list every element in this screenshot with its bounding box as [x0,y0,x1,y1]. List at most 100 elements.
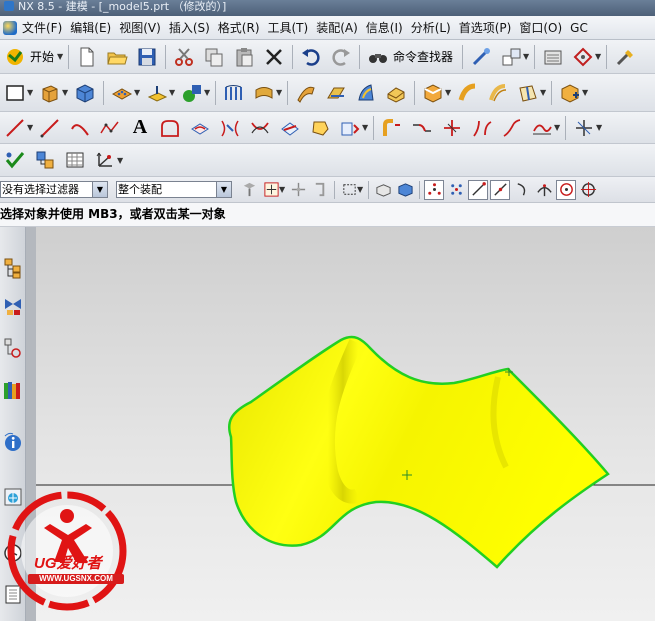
trim-body-icon[interactable] [456,81,480,105]
select-body-icon[interactable] [395,180,415,200]
reuse-library-icon[interactable] [2,377,24,403]
menu-file[interactable]: 文件(F) [22,19,70,36]
smooth-spline-icon[interactable] [530,116,554,140]
selection-scope-select[interactable]: 整个装配 ▼ [116,181,232,198]
open-folder-icon[interactable] [105,45,129,69]
start-icon[interactable] [3,45,27,69]
menu-gc-toolkits[interactable]: GC [570,21,596,35]
section-curve-icon[interactable] [278,116,302,140]
text-icon[interactable]: A [128,116,152,140]
menu-preferences[interactable]: 首选项(P) [459,19,520,36]
sketch-rectangle-icon[interactable] [3,81,27,105]
select-mode-dropdown-icon[interactable]: ▼ [357,185,365,194]
divide-curve-icon[interactable] [470,116,494,140]
box-dropdown-icon[interactable]: ▼ [582,88,590,97]
extract-curve-icon[interactable] [308,116,332,140]
n-sided-surface-icon[interactable] [354,81,378,105]
cut-icon[interactable] [172,45,196,69]
face-blend-icon[interactable] [324,81,348,105]
isoparametric-icon[interactable] [338,116,362,140]
edit-curve-dropdown-icon[interactable]: ▼ [554,123,562,132]
bridge-curve-icon[interactable] [410,116,434,140]
pattern-icon[interactable] [110,81,134,105]
block-icon[interactable] [73,81,97,105]
offset-curve-icon[interactable] [380,116,404,140]
unite-icon[interactable] [180,81,204,105]
swept-dropdown-icon[interactable]: ▼ [276,88,284,97]
command-finder-button[interactable]: 命令查找器 [393,48,453,65]
snap-mid-point-icon[interactable] [446,180,466,200]
sketch-orient-icon[interactable] [571,45,595,69]
check-geometry-icon[interactable] [3,148,27,172]
studio-spline-icon[interactable] [98,116,122,140]
wcs-dropdown-icon[interactable]: ▼ [117,156,125,165]
snap-point-on-icon[interactable] [288,180,308,200]
box-outline-icon[interactable] [558,81,582,105]
menu-format[interactable]: 格式(R) [218,19,268,36]
sew-icon[interactable] [516,81,540,105]
project-curve-icon[interactable] [188,116,212,140]
ruled-surface-icon[interactable] [294,81,318,105]
intersection-curve-icon[interactable] [248,116,272,140]
swept-icon[interactable] [252,81,276,105]
line-icon[interactable] [3,116,27,140]
datum-dropdown-icon[interactable]: ▼ [169,88,177,97]
paint-icon[interactable] [613,45,637,69]
menu-edit[interactable]: 编辑(E) [70,19,119,36]
arc-icon[interactable] [68,116,92,140]
part-navigator-icon[interactable] [33,148,57,172]
sew-dropdown-icon[interactable]: ▼ [540,88,548,97]
select-all-icon[interactable] [373,180,393,200]
new-file-icon[interactable] [75,45,99,69]
touch-mode-icon[interactable] [469,45,493,69]
delete-icon[interactable] [262,45,286,69]
unite-dropdown-icon[interactable]: ▼ [204,88,212,97]
offset-surface-icon[interactable] [486,81,510,105]
menu-tools[interactable]: 工具(T) [268,19,317,36]
snap-quadrant-icon[interactable] [578,180,598,200]
layout-dropdown-icon[interactable]: ▼ [523,52,531,61]
information-icon[interactable] [2,430,24,456]
snap-end-point-icon[interactable] [424,179,444,200]
basic-line-icon[interactable] [38,116,62,140]
menu-assemblies[interactable]: 装配(A) [316,19,366,36]
window-layout-icon[interactable] [499,45,523,69]
menu-information[interactable]: 信息(I) [366,19,411,36]
snap-intersection-icon[interactable] [534,180,554,200]
line-dropdown-icon[interactable]: ▼ [27,123,35,132]
rectangle-select-icon[interactable] [339,180,359,200]
quick-pick-icon[interactable] [310,180,330,200]
spreadsheet-icon[interactable] [63,148,87,172]
yellow-sheet-body[interactable] [227,335,610,569]
menu-window[interactable]: 窗口(O) [519,19,570,36]
extension-sheet-icon[interactable] [384,81,408,105]
general-selection-filters-icon[interactable] [239,180,259,200]
through-curves-icon[interactable] [222,81,246,105]
combined-projection-icon[interactable] [218,116,242,140]
wcs-orient-icon[interactable] [93,148,117,172]
type-filter-select[interactable]: 没有选择过滤器 ▼ [0,181,108,198]
menu-view[interactable]: 视图(V) [119,19,169,36]
extrude-icon[interactable] [38,81,62,105]
copy-icon[interactable] [202,45,226,69]
curve-more-dropdown-icon[interactable]: ▼ [362,123,370,132]
point-snap-icon[interactable] [261,180,281,200]
edge-blend-icon[interactable] [421,81,445,105]
start-button[interactable]: 开始 [30,48,54,65]
curve-length-icon[interactable] [500,116,524,140]
binoculars-icon[interactable] [366,45,390,69]
sketch-dropdown-icon[interactable]: ▼ [27,88,35,97]
save-icon[interactable] [135,45,159,69]
orient-dropdown-icon[interactable]: ▼ [595,52,603,61]
constraint-navigator-icon[interactable] [2,293,24,319]
chevron-down-icon[interactable]: ▼ [92,182,107,197]
chamfer-curve-icon[interactable] [158,116,182,140]
chevron-down-icon[interactable]: ▼ [216,182,231,197]
part-navigator-tab-icon[interactable] [2,335,24,361]
extrude-dropdown-icon[interactable]: ▼ [62,88,70,97]
menu-insert[interactable]: 插入(S) [169,19,218,36]
snap-on-line-icon[interactable] [468,179,488,200]
snap-on-curve-icon[interactable] [512,180,532,200]
menu-analysis[interactable]: 分析(L) [411,19,459,36]
trim-curve-icon[interactable] [440,116,464,140]
